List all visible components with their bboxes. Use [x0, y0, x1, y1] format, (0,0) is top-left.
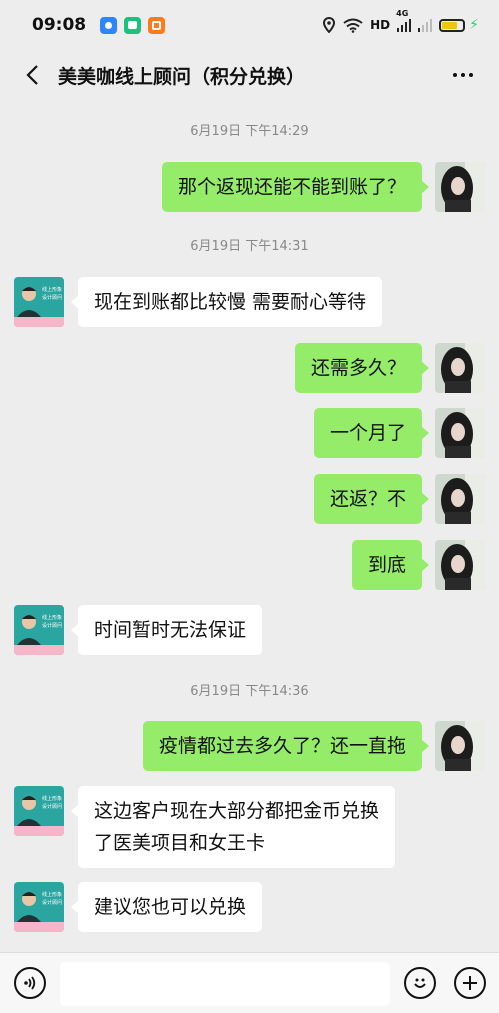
- timestamp: 6月19日 下午14:31: [190, 239, 309, 254]
- emoji-icon: [414, 978, 426, 988]
- agent-avatar[interactable]: 线上形象 设计顾问: [14, 882, 64, 932]
- user-avatar-image: [435, 408, 485, 458]
- message-bubble-sent[interactable]: 那个返现还能不能到账了？: [161, 162, 430, 212]
- agent-avatar-image: 线上形象 设计顾问: [14, 605, 64, 655]
- chat-header: 美美咖线上顾问（积分兑换）: [0, 50, 499, 100]
- my-avatar[interactable]: [435, 474, 485, 524]
- message-bubble-received[interactable]: 这边客户现在大部分都把金币兑换 了医美项目和女王卡: [70, 786, 396, 868]
- my-avatar[interactable]: [435, 162, 485, 212]
- browser-app-icon: [100, 16, 118, 34]
- avatar-text: 线上形象: [42, 795, 62, 802]
- user-avatar-image: [435, 540, 485, 590]
- agent-avatar-image: 线上形象 设计顾问: [14, 882, 64, 932]
- chat-area[interactable]: 6月19日 下午14:29 那个返现还能不能到账了？ 6月19日 下午14:31…: [0, 100, 499, 952]
- chat-title: 美美咖线上顾问（积分兑换）: [58, 65, 306, 88]
- avatar-text: 线上形象: [42, 614, 62, 621]
- message-bubble-received[interactable]: 现在到账都比较慢 需要耐心等待: [70, 277, 383, 327]
- message-bubble-sent[interactable]: 还返？不: [313, 474, 430, 524]
- voice-button[interactable]: [14, 967, 46, 999]
- message-bubble-sent[interactable]: 疫情都过去多久了？还一直拖: [142, 721, 430, 771]
- user-avatar-image: [435, 474, 485, 524]
- avatar-text: 线上形象: [42, 891, 62, 898]
- message-line: 了医美项目和女王卡: [94, 832, 266, 854]
- user-avatar-image: [435, 162, 485, 212]
- battery-fill: [442, 21, 458, 29]
- plus-button[interactable]: [454, 967, 486, 999]
- signal-icon: 4G: [396, 9, 412, 32]
- message-bubble-sent[interactable]: 到底: [351, 540, 430, 590]
- agent-avatar-image: 线上形象 设计顾问: [14, 277, 64, 327]
- agent-avatar[interactable]: 线上形象 设计顾问: [14, 605, 64, 655]
- message-bubble-sent[interactable]: 一个月了: [313, 408, 430, 458]
- hd-icon: HD: [370, 18, 391, 32]
- more-icon: [453, 73, 457, 77]
- timestamp: 6月19日 下午14:29: [190, 124, 309, 139]
- avatar-text: 线上形象: [42, 286, 62, 293]
- my-avatar[interactable]: [435, 343, 485, 393]
- avatar-text: 设计顾问: [42, 294, 62, 301]
- status-bar: 09:08 HD 4G ⚡: [0, 0, 499, 50]
- signal-label: 4G: [396, 9, 409, 18]
- my-avatar[interactable]: [435, 721, 485, 771]
- avatar-text: 设计顾问: [42, 622, 62, 629]
- wifi-icon: [343, 18, 363, 33]
- message-bubble-sent[interactable]: 还需多久？: [294, 343, 430, 393]
- input-bar: [0, 952, 499, 1013]
- status-time: 09:08: [32, 15, 87, 35]
- agent-avatar[interactable]: 线上形象 设计顾问: [14, 786, 64, 836]
- avatar-text: 设计顾问: [42, 899, 62, 906]
- agent-avatar[interactable]: 线上形象 设计顾问: [14, 277, 64, 327]
- message-line: 这边客户现在大部分都把金币兑换: [94, 800, 380, 822]
- voice-icon: [24, 976, 36, 990]
- location-icon: [323, 17, 336, 33]
- timestamp: 6月19日 下午14:36: [190, 684, 309, 699]
- signal-2-icon: [418, 18, 433, 32]
- avatar-text: 设计顾问: [42, 803, 62, 810]
- user-avatar-image: [435, 721, 485, 771]
- my-avatar[interactable]: [435, 540, 485, 590]
- back-button[interactable]: [16, 59, 48, 91]
- user-avatar-image: [435, 343, 485, 393]
- message-input[interactable]: [60, 962, 390, 1006]
- chat-app-icon: [124, 16, 142, 34]
- my-avatar[interactable]: [435, 408, 485, 458]
- plus-icon: [463, 976, 477, 990]
- emoji-button[interactable]: [404, 967, 436, 999]
- message-bubble-received[interactable]: 时间暂时无法保证: [70, 605, 263, 655]
- shop-app-icon: [148, 16, 166, 34]
- chevron-left-icon: [26, 65, 38, 85]
- charging-icon: ⚡: [469, 17, 479, 33]
- agent-avatar-image: 线上形象 设计顾问: [14, 786, 64, 836]
- message-bubble-received[interactable]: 建议您也可以兑换: [70, 882, 263, 932]
- battery-icon: [439, 18, 466, 32]
- more-button[interactable]: [443, 59, 483, 91]
